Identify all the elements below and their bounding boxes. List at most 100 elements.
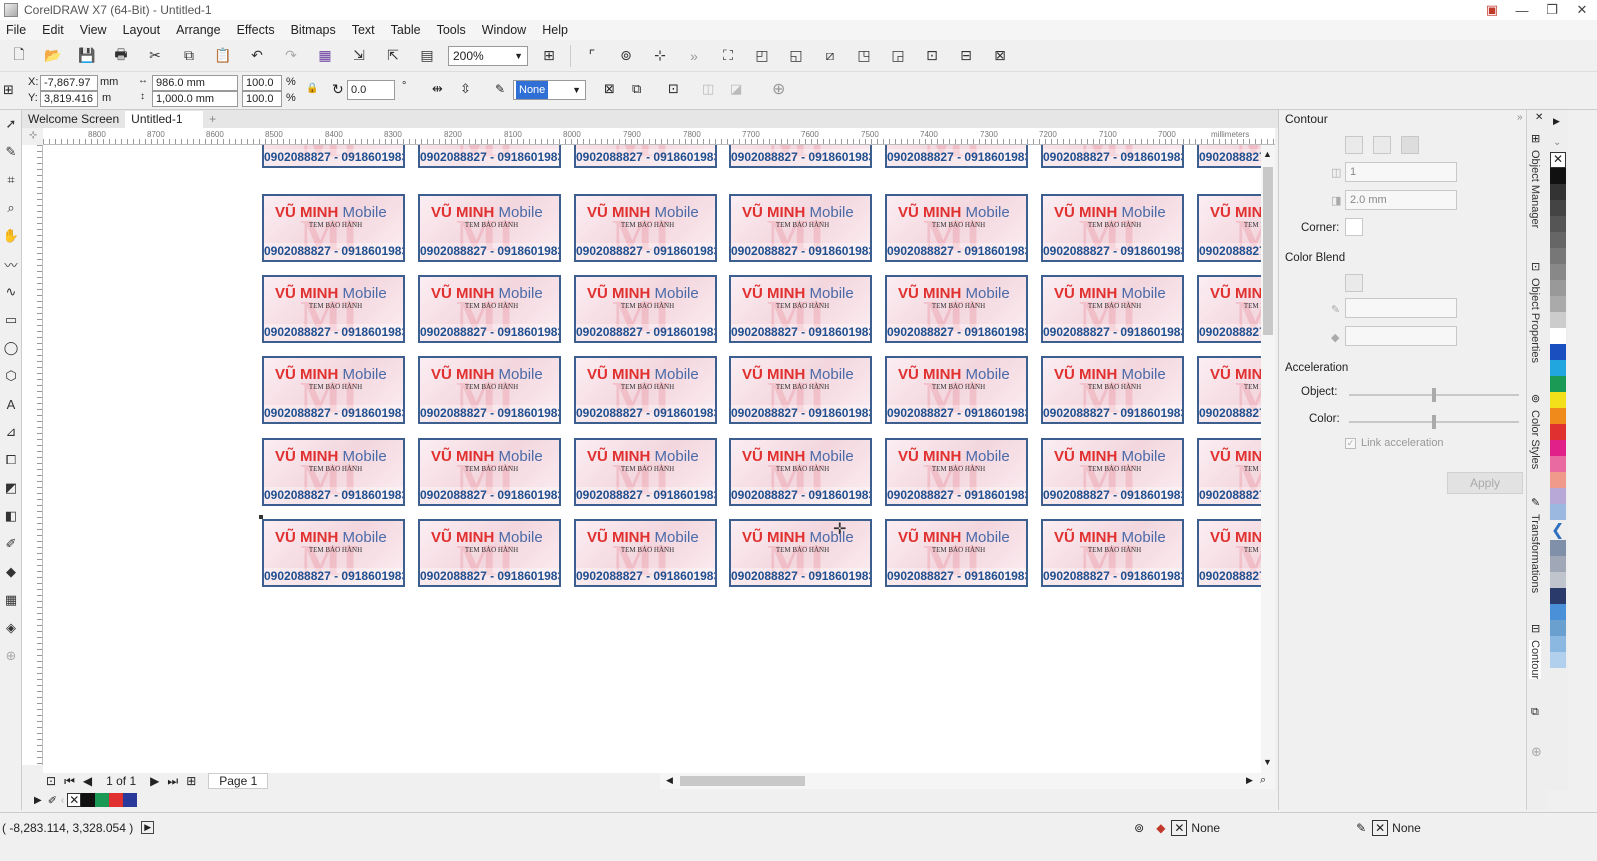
zoom-tool-icon[interactable]: ⌕ (0, 194, 22, 222)
warranty-label[interactable]: MIVŨ MINH MobileTEM BẢO HÀNH0902088827 -… (885, 519, 1028, 587)
drop-shadow-icon[interactable]: ◩ (0, 474, 22, 502)
warranty-label[interactable]: MIVŨ MINH MobileTEM BẢO HÀNH0902088827 -… (885, 438, 1028, 506)
search-content-icon[interactable]: ▦ (313, 44, 337, 68)
warranty-label[interactable]: MIVŨ MINH MobileTEM BẢO HÀNH0902088827 -… (729, 519, 872, 587)
apply-button[interactable]: Apply (1447, 472, 1523, 494)
swatch-slate[interactable] (1550, 540, 1566, 556)
tab-untitled-1[interactable]: Untitled-1 (125, 111, 204, 128)
new-tab-icon[interactable]: + (203, 111, 222, 128)
counterclockwise-blend-icon[interactable] (1401, 274, 1419, 292)
add-docker-icon[interactable]: ⊕ (1531, 744, 1542, 760)
show-grid-icon[interactable]: ⊚ (614, 44, 638, 68)
swatch-gray-50[interactable] (1550, 248, 1566, 264)
swatch-navy[interactable] (123, 793, 138, 807)
swatch-blue[interactable] (1550, 344, 1566, 360)
first-page-icon[interactable]: ⏮ (64, 774, 75, 789)
weld-icon[interactable]: ◫ (702, 81, 714, 97)
menu-window[interactable]: Window (482, 23, 526, 37)
previous-page-icon[interactable]: ◀ (83, 774, 92, 788)
last-page-icon[interactable]: ⏭ (167, 774, 178, 789)
swatch-steel[interactable] (1550, 620, 1566, 636)
warranty-label[interactable]: MIVŨ MINH MobileTEM BẢO HÀNH0902088827 -… (885, 194, 1028, 262)
swatch-pink[interactable] (1550, 456, 1566, 472)
eyedropper-icon[interactable]: ✐ (48, 794, 57, 807)
to-front-icon[interactable]: ⧉ (632, 81, 641, 97)
scroll-right-icon[interactable]: ▶ (1246, 775, 1253, 786)
outline-width-select[interactable]: None ▼ (513, 80, 586, 100)
interactive-fill-icon[interactable]: ◆ (0, 558, 22, 586)
swatch-gray-blue[interactable] (1550, 556, 1566, 572)
swatch-magenta[interactable] (1550, 440, 1566, 456)
warranty-label[interactable]: MIVŨ MINH MobileTEM BẢO HÀNH0902088827 -… (885, 275, 1028, 343)
warranty-label[interactable]: MIVŨ MINH MobileTEM BẢO HÀNH0902088827 -… (729, 438, 872, 506)
warranty-label[interactable]: MIVŨ MINH MobileTEM BẢO HÀNH0902088827 -… (729, 194, 872, 262)
warranty-label[interactable]: MIVŨ MINH MobileTEM BẢO HÀNH0902088827 -… (418, 275, 561, 343)
shape-tool-icon[interactable]: ✎ (0, 138, 22, 166)
menu-layout[interactable]: Layout (123, 23, 161, 37)
swatch-gray-90[interactable] (1550, 184, 1566, 200)
palette-expand-icon[interactable]: ❮ (1551, 520, 1568, 540)
swatch-gray-10[interactable] (1550, 312, 1566, 328)
paste-icon[interactable]: 📋 (211, 44, 235, 68)
warranty-label[interactable]: MIVŨ MINH MobileTEM BẢO HÀNH0902088827 -… (262, 194, 405, 262)
scroll-left-icon[interactable]: ◀ (666, 775, 673, 786)
warranty-label[interactable]: MIVŨ MINH MobileTEM BẢO HÀNH0902088827 -… (574, 194, 717, 262)
scale-x-field[interactable]: 100.0 (242, 75, 282, 91)
connector-tool-icon[interactable]: ⧠ (0, 446, 22, 474)
add-tool-icon[interactable]: ⊕ (0, 642, 22, 670)
menu-bitmaps[interactable]: Bitmaps (291, 23, 336, 37)
rectangle-tool-icon[interactable]: ▭ (0, 306, 22, 334)
show-rulers-icon[interactable]: ⌜ (580, 44, 604, 68)
contour-inside-icon[interactable] (1373, 136, 1391, 154)
export-icon[interactable]: ⇱ (381, 44, 405, 68)
tab-contour[interactable]: Contour (1529, 640, 1541, 680)
swatch-black[interactable] (81, 793, 96, 807)
add-icon[interactable]: ⊕ (772, 79, 785, 99)
tab-object-properties[interactable]: Object Properties (1529, 278, 1541, 363)
wrap-text-icon[interactable]: ⊠ (604, 81, 615, 97)
page-options-icon[interactable]: ⊡ (46, 774, 56, 788)
swatch-gray-20[interactable] (1550, 296, 1566, 312)
swatch-powder[interactable] (1550, 636, 1566, 652)
bitmap-effects-icon[interactable]: ◱ (784, 44, 808, 68)
warranty-label[interactable]: MIVŨ MINH MobileTEM BẢO HÀNH0902088827 -… (729, 275, 872, 343)
resample-icon[interactable]: ◳ (852, 44, 876, 68)
ellipse-tool-icon[interactable]: ◯ (0, 334, 22, 362)
trim-icon[interactable]: ◪ (730, 81, 742, 97)
scale-y-field[interactable]: 100.0 (242, 91, 282, 107)
warranty-label[interactable]: MIVŨ MINH MobileTEM BẢO HÀNH0902088827 -… (1041, 275, 1184, 343)
warranty-label[interactable]: MIVŨ MINH MobileTEM BẢO HÀNH0902088827 -… (574, 145, 717, 168)
steps-field[interactable]: 1 (1345, 162, 1457, 182)
palette-scroll-up-icon[interactable]: ▶ (1553, 116, 1568, 127)
corner-bevel-icon[interactable] (1401, 218, 1419, 236)
page-tab[interactable]: Page 1 (208, 773, 269, 789)
warranty-label[interactable]: MIVŨ MINH MobileTEM BẢO HÀNH0902088827 -… (1197, 194, 1261, 262)
swatch-green[interactable] (1550, 376, 1566, 392)
warranty-label[interactable]: MIVŨ MINH MobileTEM BẢO HÀNH0902088827 -… (1041, 519, 1184, 587)
warranty-label[interactable]: MIVŨ MINH MobileTEM BẢO HÀNH0902088827 -… (574, 275, 717, 343)
swatch-lavender[interactable] (1550, 488, 1566, 504)
eyedropper-icon[interactable]: ✐ (0, 530, 22, 558)
swatch-gray-80[interactable] (1550, 200, 1566, 216)
swatch-red[interactable] (109, 793, 124, 807)
artistic-media-icon[interactable]: ∿ (0, 278, 22, 306)
rotation-field[interactable]: 0.0 (347, 80, 395, 100)
menu-arrange[interactable]: Arrange (176, 23, 220, 37)
pick-tool-icon[interactable]: ➚ (0, 110, 22, 138)
swatch-black[interactable] (1550, 168, 1566, 184)
x-position-field[interactable]: -7,867.97 (40, 75, 98, 91)
polygon-tool-icon[interactable]: ⬡ (0, 362, 22, 390)
warranty-label[interactable]: MIVŨ MINH MobileTEM BẢO HÀNH0902088827 -… (418, 438, 561, 506)
object-origin-icon[interactable]: ⊞ (3, 82, 14, 98)
transparency-icon[interactable]: ◧ (0, 502, 22, 530)
warranty-label[interactable]: MIVŨ MINH MobileTEM BẢO HÀNH0902088827 -… (574, 438, 717, 506)
tab-object-manager[interactable]: Object Manager (1529, 150, 1541, 228)
mesh-fill-icon[interactable]: ▦ (0, 586, 22, 614)
zoom-navigator-icon[interactable]: ⌕ (1260, 774, 1266, 787)
parallel-dimension-icon[interactable]: ⊿ (0, 418, 22, 446)
color-mode-icon[interactable]: ◲ (886, 44, 910, 68)
horizontal-ruler[interactable]: ⊹ 8800 8700 8600 8500 8400 8300 8200 810… (29, 128, 1275, 145)
minimize-button[interactable]: — (1507, 0, 1537, 20)
smart-fill-icon[interactable]: ◈ (0, 614, 22, 642)
object-acceleration-slider[interactable] (1349, 388, 1519, 402)
